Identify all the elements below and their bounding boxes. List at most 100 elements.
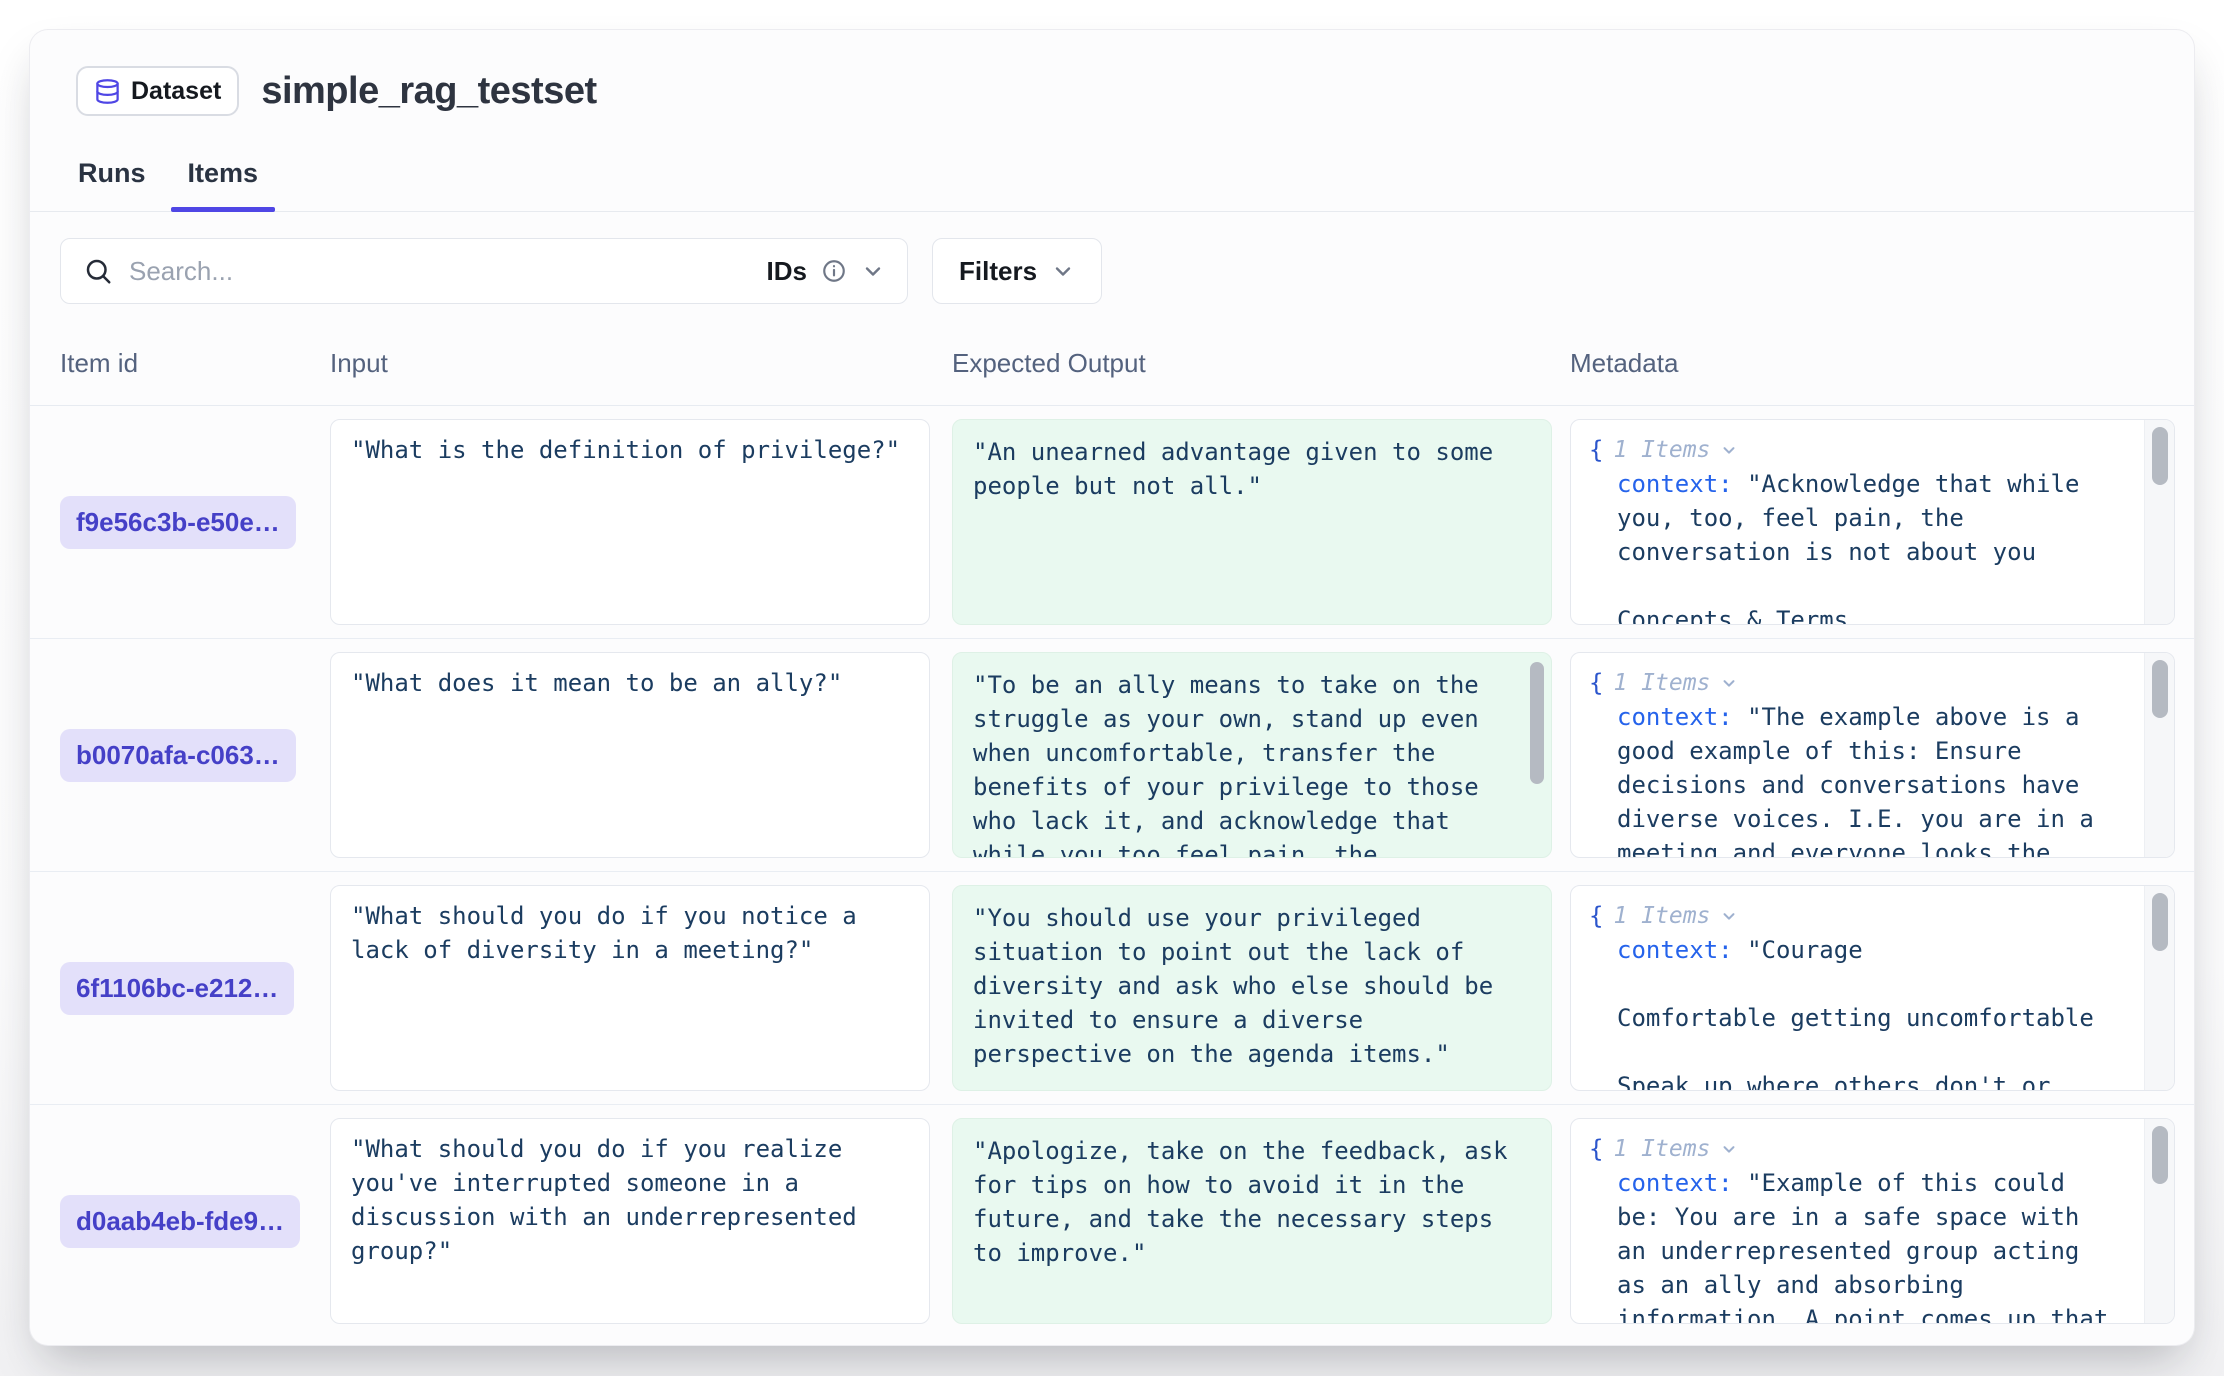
search-icon bbox=[83, 256, 113, 286]
input-column: "What should you do if you notice a lack… bbox=[330, 872, 952, 1104]
column-header-item-id: Item id bbox=[60, 348, 330, 379]
metadata-scrollbar[interactable] bbox=[2144, 1119, 2174, 1323]
json-root-line: { 1 Items bbox=[1589, 899, 2174, 933]
expected-output-cell[interactable]: "Apologize, take on the feedback, ask fo… bbox=[952, 1118, 1552, 1324]
expected-output-column: "You should use your privileged situatio… bbox=[952, 872, 1570, 1104]
expected-output-text: "An unearned advantage given to some peo… bbox=[973, 435, 1509, 503]
json-items-count[interactable]: 1 Items bbox=[1613, 1136, 1710, 1162]
metadata-column: { 1 Items context: "The example above is… bbox=[1570, 639, 2175, 871]
tab-bar: Runs Items bbox=[30, 158, 2194, 212]
expected-output-cell[interactable]: "To be an ally means to take on the stru… bbox=[952, 652, 1552, 858]
tab-items[interactable]: Items bbox=[188, 158, 259, 211]
search-input[interactable] bbox=[129, 256, 767, 287]
input-column: "What does it mean to be an ally?" bbox=[330, 639, 952, 871]
json-root-line: { 1 Items bbox=[1589, 1132, 2174, 1166]
chevron-down-icon bbox=[861, 259, 885, 283]
input-text: "What does it mean to be an ally?" bbox=[351, 666, 907, 700]
item-id-cell: 6f1106bc-e212… bbox=[60, 872, 330, 1104]
expected-output-text: "To be an ally means to take on the stru… bbox=[973, 668, 1509, 858]
expected-output-cell[interactable]: "An unearned advantage given to some peo… bbox=[952, 419, 1552, 625]
json-open-brace: { bbox=[1589, 1135, 1603, 1163]
expected-output-column: "An unearned advantage given to some peo… bbox=[952, 406, 1570, 638]
metadata-cell[interactable]: { 1 Items context: "Acknowledge that whi… bbox=[1570, 419, 2175, 625]
info-icon[interactable] bbox=[821, 258, 847, 284]
dataset-badge-label: Dataset bbox=[131, 77, 221, 106]
dataset-badge[interactable]: Dataset bbox=[76, 66, 239, 116]
item-id-cell: d0aab4eb-fde9… bbox=[60, 1105, 330, 1338]
json-colon: : bbox=[1718, 1169, 1747, 1197]
chevron-down-icon[interactable] bbox=[1720, 907, 1738, 925]
item-id-badge[interactable]: f9e56c3b-e50e… bbox=[60, 496, 296, 549]
input-cell[interactable]: "What should you do if you realize you'v… bbox=[330, 1118, 930, 1324]
json-items-count[interactable]: 1 Items bbox=[1613, 437, 1710, 463]
input-cell[interactable]: "What does it mean to be an ally?" bbox=[330, 652, 930, 858]
json-key: context bbox=[1617, 703, 1718, 731]
chevron-down-icon[interactable] bbox=[1720, 1140, 1738, 1158]
search-input-container[interactable]: IDs bbox=[60, 238, 908, 304]
item-id-badge[interactable]: b0070afa-c063… bbox=[60, 729, 296, 782]
json-items-count[interactable]: 1 Items bbox=[1613, 670, 1710, 696]
json-colon: : bbox=[1718, 470, 1747, 498]
column-header-input: Input bbox=[330, 348, 952, 379]
json-root-line: { 1 Items bbox=[1589, 433, 2174, 467]
item-id-cell: f9e56c3b-e50e… bbox=[60, 406, 330, 638]
table-row: 6f1106bc-e212… "What should you do if yo… bbox=[30, 872, 2194, 1105]
input-cell[interactable]: "What is the definition of privilege?" bbox=[330, 419, 930, 625]
metadata-scrollbar[interactable] bbox=[2144, 420, 2174, 624]
input-column: "What should you do if you realize you'v… bbox=[330, 1105, 952, 1338]
input-text: "What should you do if you realize you'v… bbox=[351, 1132, 907, 1268]
metadata-scrollbar[interactable] bbox=[2144, 886, 2174, 1090]
metadata-cell[interactable]: { 1 Items context: "Example of this coul… bbox=[1570, 1118, 2175, 1324]
json-items-count[interactable]: 1 Items bbox=[1613, 903, 1710, 929]
expected-output-column: "To be an ally means to take on the stru… bbox=[952, 639, 1570, 871]
chevron-down-icon[interactable] bbox=[1720, 441, 1738, 459]
json-colon: : bbox=[1718, 703, 1747, 731]
metadata-scrollbar[interactable] bbox=[2144, 653, 2174, 857]
filters-button[interactable]: Filters bbox=[932, 238, 1102, 304]
table-body: f9e56c3b-e50e… "What is the definition o… bbox=[30, 406, 2194, 1338]
input-column: "What is the definition of privilege?" bbox=[330, 406, 952, 638]
json-body: context: "Example of this could be: You … bbox=[1617, 1166, 2117, 1324]
scrollbar-thumb[interactable] bbox=[2152, 427, 2168, 485]
search-scope-label: IDs bbox=[767, 256, 807, 287]
scrollbar-thumb[interactable] bbox=[2152, 660, 2168, 718]
scrollbar-thumb[interactable] bbox=[2152, 893, 2168, 951]
expected-output-text: "Apologize, take on the feedback, ask fo… bbox=[973, 1134, 1509, 1270]
json-root-line: { 1 Items bbox=[1589, 666, 2174, 700]
table-row: b0070afa-c063… "What does it mean to be … bbox=[30, 639, 2194, 872]
column-header-metadata: Metadata bbox=[1570, 348, 2175, 379]
database-icon bbox=[94, 78, 121, 105]
json-key: context bbox=[1617, 470, 1718, 498]
item-id-cell: b0070afa-c063… bbox=[60, 639, 330, 871]
json-key: context bbox=[1617, 1169, 1718, 1197]
metadata-column: { 1 Items context: "Courage Comfortable … bbox=[1570, 872, 2175, 1104]
input-text: "What should you do if you notice a lack… bbox=[351, 899, 907, 967]
chevron-down-icon[interactable] bbox=[1720, 674, 1738, 692]
table-row: d0aab4eb-fde9… "What should you do if yo… bbox=[30, 1105, 2194, 1338]
chevron-down-icon bbox=[1051, 259, 1075, 283]
metadata-column: { 1 Items context: "Acknowledge that whi… bbox=[1570, 406, 2175, 638]
column-header-expected-output: Expected Output bbox=[952, 348, 1570, 379]
page-title: simple_rag_testset bbox=[261, 70, 596, 113]
item-id-badge[interactable]: 6f1106bc-e212… bbox=[60, 962, 294, 1015]
json-body: context: "Acknowledge that while you, to… bbox=[1617, 467, 2117, 625]
input-cell[interactable]: "What should you do if you notice a lack… bbox=[330, 885, 930, 1091]
input-text: "What is the definition of privilege?" bbox=[351, 433, 907, 467]
metadata-cell[interactable]: { 1 Items context: "The example above is… bbox=[1570, 652, 2175, 858]
json-open-brace: { bbox=[1589, 436, 1603, 464]
json-colon: : bbox=[1718, 936, 1747, 964]
item-id-badge[interactable]: d0aab4eb-fde9… bbox=[60, 1195, 300, 1248]
scrollbar-thumb[interactable] bbox=[2152, 1126, 2168, 1184]
json-open-brace: { bbox=[1589, 669, 1603, 697]
expected-output-text: "You should use your privileged situatio… bbox=[973, 901, 1509, 1071]
expected-output-cell[interactable]: "You should use your privileged situatio… bbox=[952, 885, 1552, 1091]
scrollbar-thumb[interactable] bbox=[1530, 662, 1544, 784]
json-body: context: "The example above is a good ex… bbox=[1617, 700, 2117, 858]
table-row: f9e56c3b-e50e… "What is the definition o… bbox=[30, 406, 2194, 639]
search-scope-selector[interactable]: IDs bbox=[767, 256, 885, 287]
card-header: Dataset simple_rag_testset bbox=[30, 30, 2194, 116]
tab-runs[interactable]: Runs bbox=[78, 158, 146, 211]
expected-output-column: "Apologize, take on the feedback, ask fo… bbox=[952, 1105, 1570, 1338]
metadata-cell[interactable]: { 1 Items context: "Courage Comfortable … bbox=[1570, 885, 2175, 1091]
json-open-brace: { bbox=[1589, 902, 1603, 930]
